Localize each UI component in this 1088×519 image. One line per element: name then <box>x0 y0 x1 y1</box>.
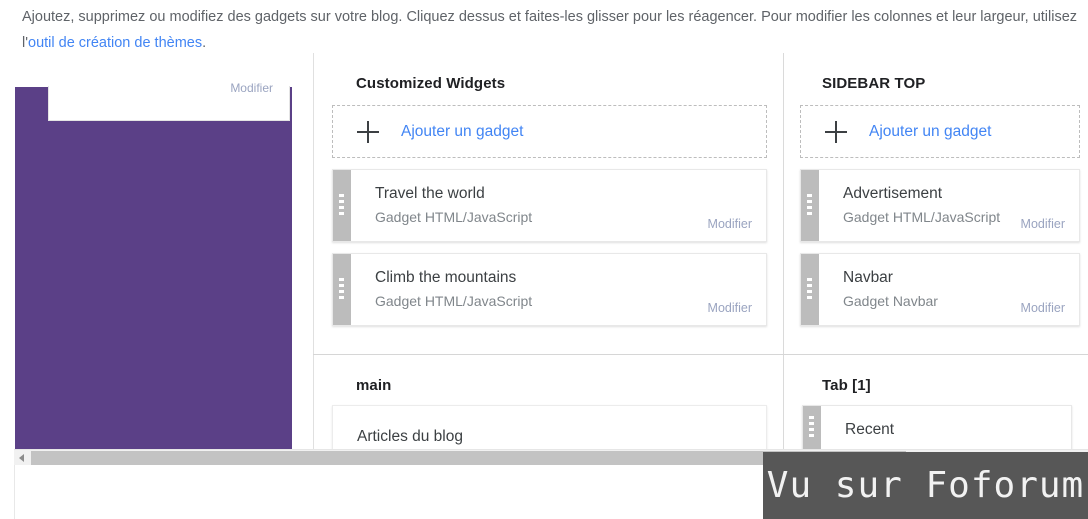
gadget-card[interactable]: Travel the world Gadget HTML/JavaScript … <box>332 169 767 242</box>
drag-handle-icon[interactable] <box>801 170 819 241</box>
add-gadget-button[interactable]: Ajouter un gadget <box>332 105 767 158</box>
section-sidebar-top: SIDEBAR TOP Ajouter un gadget Advertisem… <box>784 53 1088 354</box>
gadget-body: Recent <box>821 406 1071 449</box>
drag-handle-icon[interactable] <box>333 254 351 325</box>
theme-designer-link[interactable]: outil de création de thèmes <box>28 35 202 51</box>
layout-viewport: Modifier Customized Widgets Ajouter un g… <box>0 53 1088 449</box>
preview-header-card[interactable]: Modifier <box>48 81 290 121</box>
preview-card-edit-link[interactable]: Modifier <box>230 81 273 92</box>
gadget-body: Navbar Gadget Navbar Modifier <box>819 254 1079 325</box>
gadget-edit-link[interactable]: Modifier <box>708 301 752 315</box>
gadget-edit-link[interactable]: Modifier <box>708 217 752 231</box>
blog-body-preview-block[interactable]: Modifier <box>15 81 292 449</box>
watermark-banner: Vu sur Foforum <box>763 452 1088 519</box>
gadget-card[interactable]: Articles du blog <box>332 405 767 449</box>
plus-icon <box>357 120 379 143</box>
content-left-border <box>14 465 15 519</box>
gadget-title: Recent <box>845 421 895 438</box>
plus-icon <box>825 120 847 143</box>
gadget-body: Articles du blog <box>333 406 766 449</box>
chevron-left-icon[interactable] <box>14 450 30 466</box>
gadget-card[interactable]: Advertisement Gadget HTML/JavaScript Mod… <box>800 169 1080 242</box>
gadget-edit-link[interactable]: Modifier <box>1021 217 1065 231</box>
section-title: main <box>356 377 392 394</box>
gadget-title: Navbar <box>843 269 893 286</box>
section-title: SIDEBAR TOP <box>822 75 926 92</box>
gadget-body: Climb the mountains Gadget HTML/JavaScri… <box>351 254 766 325</box>
gadget-title: Climb the mountains <box>375 269 517 286</box>
drag-handle-icon[interactable] <box>803 406 821 449</box>
add-gadget-label: Ajouter un gadget <box>401 122 524 140</box>
drag-handle-icon[interactable] <box>333 170 351 241</box>
gadget-body: Travel the world Gadget HTML/JavaScript … <box>351 170 766 241</box>
gadget-edit-link[interactable]: Modifier <box>1021 301 1065 315</box>
gadget-card[interactable]: Navbar Gadget Navbar Modifier <box>800 253 1080 326</box>
page-root: Ajoutez, supprimez ou modifiez des gadge… <box>0 0 1088 519</box>
section-tab-1: Tab [1] Recent <box>784 355 1088 449</box>
drag-handle-icon[interactable] <box>801 254 819 325</box>
section-title: Tab [1] <box>822 377 871 394</box>
gadget-title: Articles du blog <box>357 428 463 445</box>
watermark-text: Vu sur Foforum <box>766 465 1085 506</box>
description-text-part2: . <box>202 35 207 51</box>
section-customized-widgets: Customized Widgets Ajouter un gadget Tra… <box>314 53 783 354</box>
gadget-title: Travel the world <box>375 185 485 202</box>
page-description: Ajoutez, supprimez ou modifiez des gadge… <box>22 0 1082 56</box>
add-gadget-label: Ajouter un gadget <box>869 122 992 140</box>
gadget-title: Advertisement <box>843 185 943 202</box>
section-title: Customized Widgets <box>356 75 506 92</box>
gadget-card[interactable]: Climb the mountains Gadget HTML/JavaScri… <box>332 253 767 326</box>
section-main: main Articles du blog <box>314 355 783 449</box>
add-gadget-button[interactable]: Ajouter un gadget <box>800 105 1080 158</box>
gadget-body: Advertisement Gadget HTML/JavaScript Mod… <box>819 170 1079 241</box>
gadget-card[interactable]: Recent <box>802 405 1072 449</box>
